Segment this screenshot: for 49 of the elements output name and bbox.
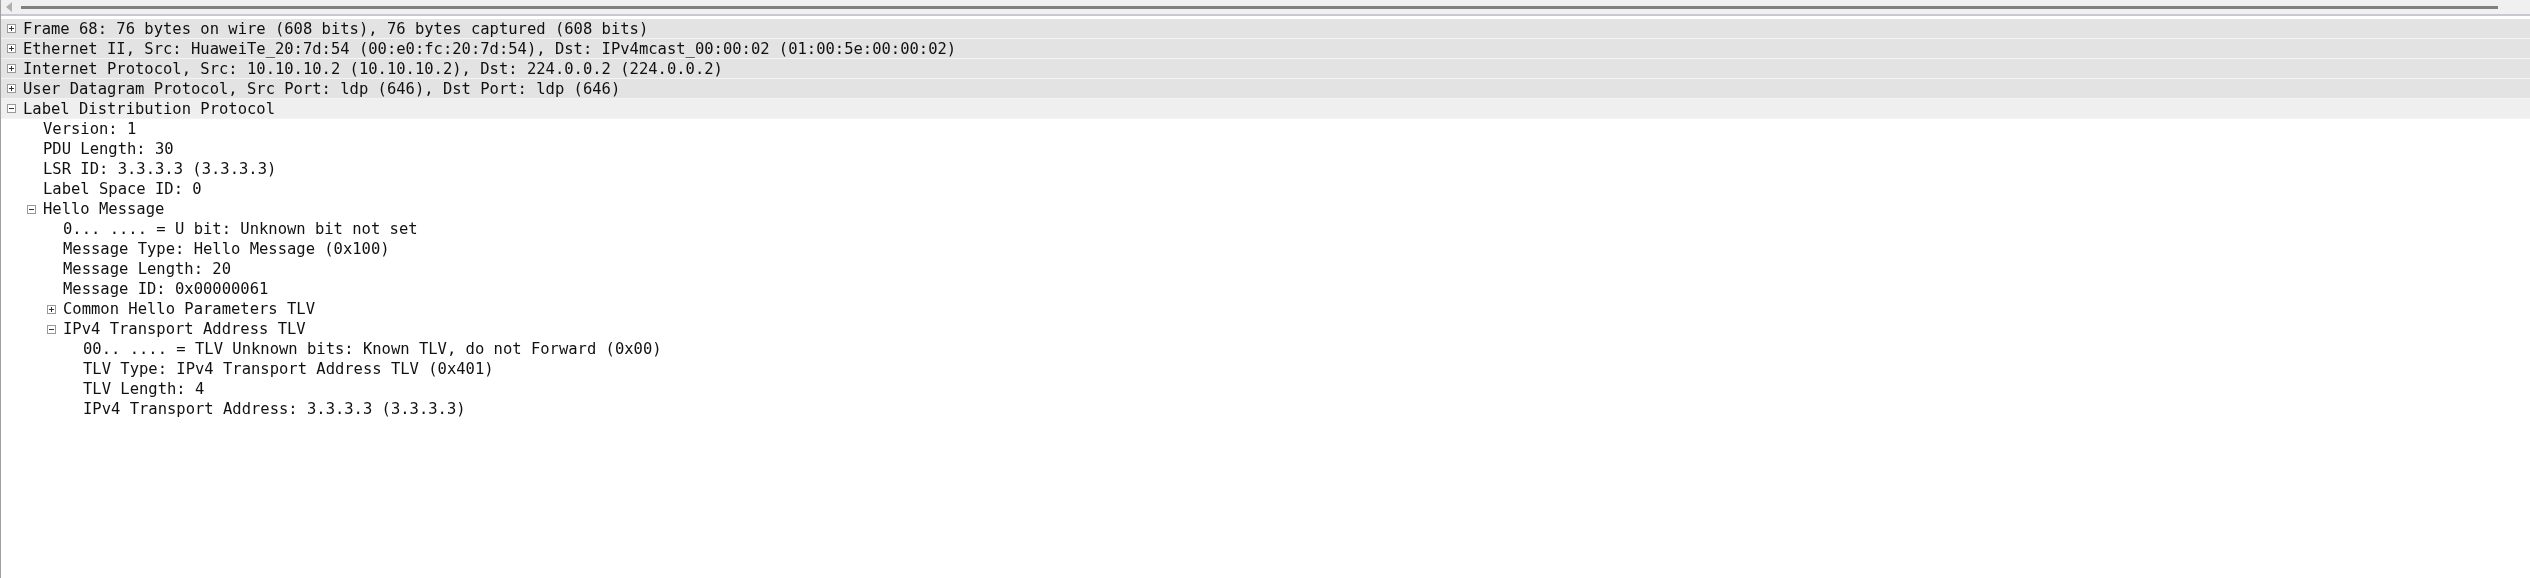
- field-text: Message Type: Hello Message (0x100): [63, 240, 390, 258]
- expand-icon[interactable]: [7, 44, 16, 53]
- protocol-row[interactable]: Internet Protocol, Src: 10.10.10.2 (10.10.10.2), Dst: 224.0.0.2 (224.0.0.2): [1, 59, 2530, 79]
- protocol-row[interactable]: Ethernet II, Src: HuaweiTe_20:7d:54 (00:e0:fc:20:7d:54), Dst: IPv4mcast_00:00:02 (01:00:5e:00:00:02): [1, 39, 2530, 59]
- tree-row[interactable]: IPv4 Transport Address: 3.3.3.3 (3.3.3.3): [1, 399, 2530, 419]
- tree-row[interactable]: LSR ID: 3.3.3.3 (3.3.3.3): [1, 159, 2530, 179]
- tree-row[interactable]: TLV Type: IPv4 Transport Address TLV (0x401): [1, 359, 2530, 379]
- field-text: PDU Length: 30: [43, 140, 174, 158]
- field-text: TLV Length: 4: [83, 380, 205, 398]
- field-text: IPv4 Transport Address: 3.3.3.3 (3.3.3.3): [83, 400, 466, 418]
- field-text: 0... .... = U bit: Unknown bit not set: [63, 220, 418, 238]
- tree-row[interactable]: Label Space ID: 0: [1, 179, 2530, 199]
- field-text: TLV Type: IPv4 Transport Address TLV (0x401): [83, 360, 494, 378]
- field-text: Hello Message: [43, 200, 165, 218]
- collapse-icon[interactable]: [27, 204, 36, 214]
- field-text: User Datagram Protocol, Src Port: ldp (646), Dst Port: ldp (646): [23, 79, 621, 98]
- field-text: IPv4 Transport Address TLV: [63, 320, 306, 338]
- expand-icon[interactable]: [47, 304, 56, 314]
- tree-row[interactable]: PDU Length: 30: [1, 139, 2530, 159]
- tree-row[interactable]: Hello Message: [1, 199, 2530, 219]
- tree-row[interactable]: Version: 1: [1, 119, 2530, 139]
- collapse-icon[interactable]: [47, 324, 56, 334]
- expand-icon[interactable]: [7, 64, 16, 73]
- tree-row[interactable]: 0... .... = U bit: Unknown bit not set: [1, 219, 2530, 239]
- expand-icon[interactable]: [7, 84, 16, 93]
- field-text: Message Length: 20: [63, 260, 231, 278]
- field-text: Ethernet II, Src: HuaweiTe_20:7d:54 (00:e0:fc:20:7d:54), Dst: IPv4mcast_00:00:02 (01:00:5e:00:00:02): [23, 39, 957, 58]
- protocol-row[interactable]: User Datagram Protocol, Src Port: ldp (646), Dst Port: ldp (646): [1, 79, 2530, 99]
- field-text: LSR ID: 3.3.3.3 (3.3.3.3): [43, 160, 277, 178]
- tree-row[interactable]: TLV Length: 4: [1, 379, 2530, 399]
- field-text: Label Space ID: 0: [43, 180, 202, 198]
- tree-row[interactable]: Common Hello Parameters TLV: [1, 299, 2530, 319]
- field-text: 00.. .... = TLV Unknown bits: Known TLV, do not Forward (0x00): [83, 340, 662, 358]
- field-text: Frame 68: 76 bytes on wire (608 bits), 76 bytes captured (608 bits): [23, 19, 649, 38]
- tree-row[interactable]: Message Type: Hello Message (0x100): [1, 239, 2530, 259]
- field-text: Internet Protocol, Src: 10.10.10.2 (10.10.10.2), Dst: 224.0.0.2 (224.0.0.2): [23, 59, 723, 78]
- expand-icon[interactable]: [7, 24, 16, 33]
- horizontal-scrollbar[interactable]: [1, 0, 2530, 16]
- tree-row[interactable]: Message ID: 0x00000061: [1, 279, 2530, 299]
- protocol-row[interactable]: Frame 68: 76 bytes on wire (608 bits), 76 bytes captured (608 bits): [1, 19, 2530, 39]
- tree-row[interactable]: IPv4 Transport Address TLV: [1, 319, 2530, 339]
- collapse-icon[interactable]: [7, 104, 16, 113]
- field-text: Label Distribution Protocol: [23, 99, 275, 118]
- tree-row[interactable]: Message Length: 20: [1, 259, 2530, 279]
- scrollbar-thumb[interactable]: [21, 5, 2498, 9]
- field-text: Common Hello Parameters TLV: [63, 300, 315, 318]
- tree-row[interactable]: 00.. .... = TLV Unknown bits: Known TLV, do not Forward (0x00): [1, 339, 2530, 359]
- field-text: Message ID: 0x00000061: [63, 280, 269, 298]
- field-text: Version: 1: [43, 120, 137, 138]
